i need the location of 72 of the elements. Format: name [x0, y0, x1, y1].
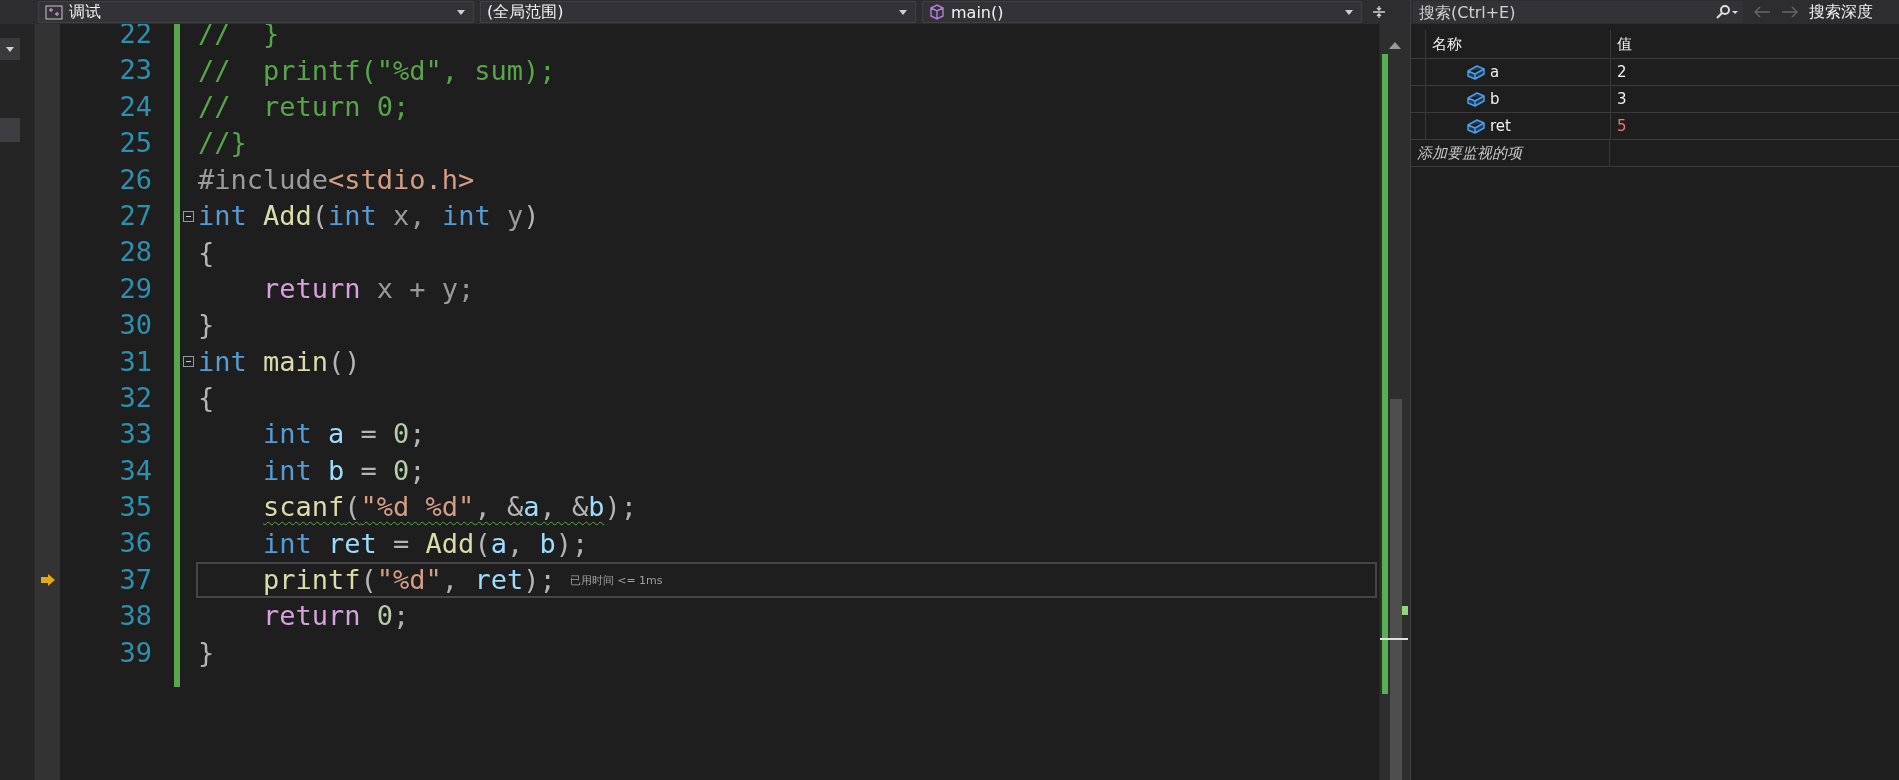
line-number: 34 — [118, 453, 152, 488]
variable-value: 3 — [1617, 90, 1627, 108]
caret-icon — [1345, 9, 1353, 15]
code-line: // return 0; — [198, 90, 410, 123]
variable-icon — [1466, 117, 1486, 135]
code-line: int Add(int x, int y) — [198, 200, 540, 233]
scroll-up-icon[interactable] — [1389, 42, 1401, 49]
variable-name: b — [1490, 90, 1500, 108]
code-line: { — [198, 236, 215, 269]
line-number: 32 — [118, 380, 152, 415]
line-number: 25 — [118, 126, 152, 161]
forward-arrow-icon[interactable] — [1781, 6, 1799, 18]
collapse-icon[interactable] — [182, 356, 194, 368]
caret-icon — [6, 46, 14, 52]
variable-icon — [1466, 63, 1486, 81]
line-number: 31 — [118, 344, 152, 379]
code-line: } — [198, 636, 215, 669]
code-line: return x + y; — [262, 272, 475, 305]
cube-icon — [929, 4, 945, 20]
code-line: #include<stdio.h> — [198, 163, 475, 196]
code-line: int ret = Add(a, b); — [262, 527, 589, 560]
project-icon — [45, 4, 63, 20]
code-line: printf("%d", ret); — [262, 564, 556, 597]
split-icon[interactable] — [1372, 5, 1386, 19]
variable-name: a — [1490, 63, 1500, 81]
dropdown[interactable]: (全局范围) — [480, 1, 916, 23]
code-line: scanf("%d %d", &a, &b); — [262, 491, 637, 524]
search-field[interactable]: 搜索(Ctrl+E) — [1413, 1, 1709, 23]
code-line: { — [198, 382, 215, 415]
variable-icon — [1466, 90, 1486, 108]
column-header[interactable]: 名称 — [1426, 30, 1611, 58]
code-line: int main() — [198, 345, 361, 378]
caret-icon — [899, 9, 907, 15]
search-button[interactable] — [1709, 1, 1743, 23]
caret-position-marker — [1380, 638, 1408, 640]
arrow-icon — [40, 573, 56, 588]
scroll-thumb[interactable] — [1390, 399, 1402, 780]
code-line: // printf("%d", sum); — [198, 54, 556, 87]
line-number: 39 — [118, 635, 152, 670]
line-number: 24 — [118, 89, 152, 124]
code-line: } — [198, 309, 215, 342]
dropdown[interactable]: main() — [922, 1, 1362, 23]
line-number: 27 — [118, 198, 152, 233]
change-marker — [1402, 606, 1408, 615]
code-line: int b = 0; — [262, 454, 426, 487]
dropdown-button[interactable] — [0, 38, 20, 60]
line-number: 36 — [118, 526, 152, 561]
scrollbar[interactable] — [1379, 24, 1410, 780]
search-icon — [1714, 5, 1738, 19]
line-number: 29 — [118, 271, 152, 306]
add-watch-field[interactable]: 添加要监视的项 — [1411, 140, 1610, 166]
line-number: 26 — [118, 162, 152, 197]
line-number: 37 — [118, 562, 152, 597]
code-line: return 0; — [262, 600, 410, 633]
search-depth-label: 搜索深度 — [1809, 1, 1873, 23]
variable-value: 2 — [1617, 63, 1627, 81]
column-header[interactable]: 值 — [1611, 30, 1899, 58]
timing-hint: 已用时间 <= 1ms — [569, 572, 663, 588]
variable-name: ret — [1490, 117, 1511, 135]
line-number: 23 — [118, 53, 152, 88]
line-number: 30 — [118, 308, 152, 343]
dropdown[interactable]: 调试 — [38, 1, 474, 23]
line-number: 38 — [118, 599, 152, 634]
line-number: 28 — [118, 235, 152, 270]
line-number: 35 — [118, 490, 152, 525]
code-line: int a = 0; — [262, 418, 426, 451]
variable-value: 5 — [1617, 117, 1627, 135]
collapse-icon[interactable] — [182, 210, 194, 222]
caret-icon — [457, 9, 465, 15]
back-arrow-icon[interactable] — [1753, 6, 1771, 18]
code-line: //} — [198, 127, 247, 160]
line-number: 33 — [118, 417, 152, 452]
